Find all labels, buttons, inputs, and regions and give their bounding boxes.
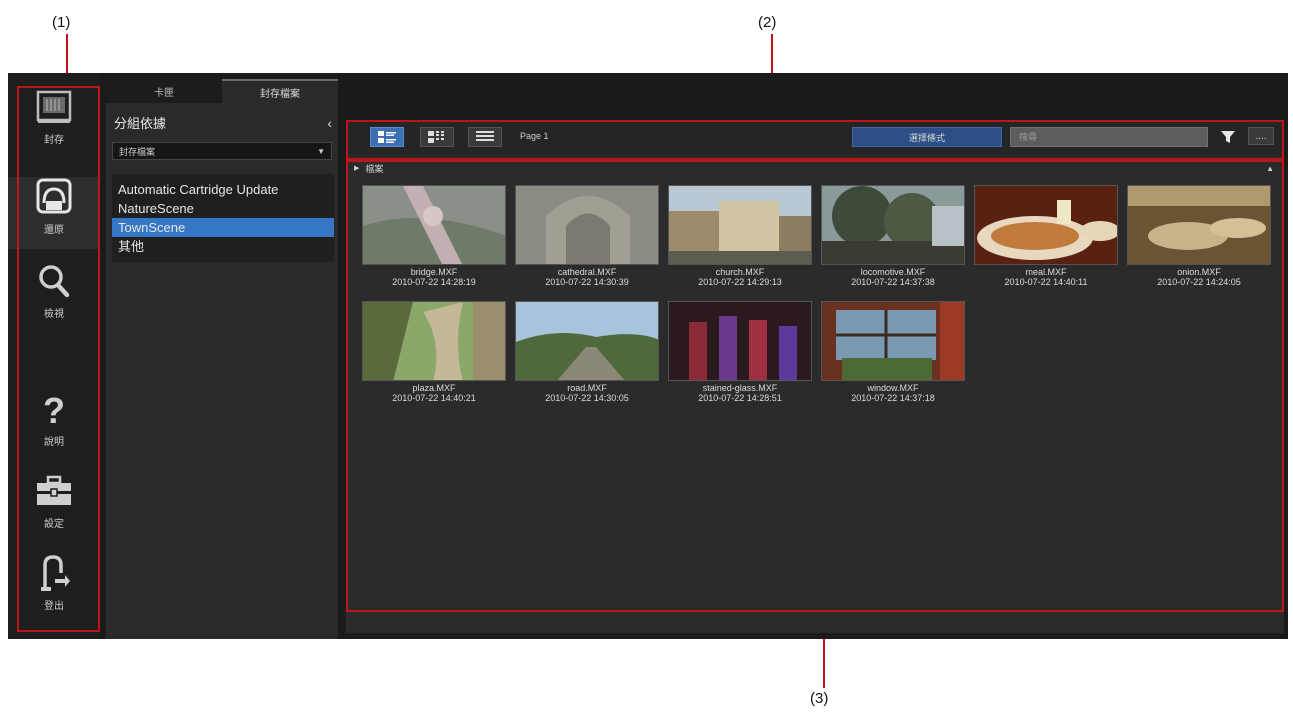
collapse-panel-icon[interactable]: ‹ [327,115,332,131]
thumbnail-image [515,185,659,265]
rail-label-settings: 設定 [44,519,64,530]
thumbnail-image [362,301,506,381]
archive-icon [32,87,76,127]
tab-cartridge[interactable]: 卡匣 [106,79,222,103]
rail-item-view[interactable]: 檢視 [8,261,100,333]
sort-button[interactable]: 選擇條式 [852,127,1002,147]
file-thumbnail[interactable]: stained-glass.MXF 2010-07-22 14:28:51 [666,301,814,417]
thumbnail-image [1127,185,1271,265]
file-date: 2010-07-22 14:30:39 [545,277,629,287]
group-by-header: 分組依據 ‹ [106,103,338,138]
left-nav-rail: 封存 還原 檢視 ? 說明 設定 登出 [8,73,100,639]
file-name: locomotive.MXF [860,267,926,277]
chevron-down-icon: ▼ [317,146,325,156]
category-list: Automatic Cartridge Update NatureScene T… [112,174,334,262]
file-thumbnail[interactable]: road.MXF 2010-07-22 14:30:05 [513,301,661,417]
group-by-dropdown-value: 封存檔案 [119,146,156,157]
thumbnail-image [668,185,812,265]
file-date: 2010-07-22 14:37:18 [851,393,935,403]
file-browser: Page 1 選擇條式 .... ▶ 檔案 ▲ bridge.MXF 2010-… [346,121,1284,633]
file-date: 2010-07-22 14:28:51 [698,393,782,403]
callout-1-label: (1) [52,14,71,31]
file-date: 2010-07-22 14:28:19 [392,277,476,287]
file-name: stained-glass.MXF [702,383,778,393]
file-date: 2010-07-22 14:37:38 [851,277,935,287]
file-name: cathedral.MXF [557,267,617,277]
tab-archive-files[interactable]: 封存檔案 [222,79,338,103]
callout-3-label: (3) [810,690,829,707]
group-collapse-icon[interactable]: ▲ [1266,164,1274,173]
category-item[interactable]: 其他 [112,237,334,256]
file-thumbnail[interactable]: window.MXF 2010-07-22 14:37:18 [819,301,967,417]
file-name: church.MXF [715,267,765,277]
thumbnail-image [821,301,965,381]
rail-label-view: 檢視 [44,309,64,320]
thumbnail-image [668,301,812,381]
group-by-dropdown[interactable]: 封存檔案 ▼ [112,142,332,160]
filter-icon[interactable] [1220,129,1236,145]
rail-label-restore: 還原 [44,225,64,236]
file-thumbnail[interactable]: meal.MXF 2010-07-22 14:40:11 [972,185,1120,301]
group-by-title: 分組依據 [114,116,167,131]
panel-tabs: 卡匣 封存檔案 [106,79,338,103]
file-name: bridge.MXF [410,267,458,277]
view-list-button[interactable] [468,127,502,147]
thumbnail-image [974,185,1118,265]
file-group-header: ▶ 檔案 ▲ [346,161,1284,175]
app-window: 封存 還原 檢視 ? 說明 設定 登出 卡匣 封存檔案 分組依據 ‹ 封存檔案 … [8,73,1288,639]
callout-2-label: (2) [758,14,777,31]
rail-label-help: 說明 [44,437,64,448]
search-input[interactable] [1010,127,1208,147]
search-icon [32,261,76,301]
view-detail-button[interactable] [370,127,404,147]
group-expand-icon[interactable]: ▶ [354,164,359,172]
group-panel: 卡匣 封存檔案 分組依據 ‹ 封存檔案 ▼ Automatic Cartridg… [106,79,338,639]
category-item[interactable]: Automatic Cartridge Update [112,180,334,199]
thumbnail-image [362,185,506,265]
rail-item-help[interactable]: ? 說明 [8,389,100,461]
file-thumbnail[interactable]: plaza.MXF 2010-07-22 14:40:21 [360,301,508,417]
rail-item-restore[interactable]: 還原 [8,177,100,249]
detail-view-icon [378,131,396,143]
file-name: onion.MXF [1177,267,1221,277]
rail-item-archive[interactable]: 封存 [8,87,100,159]
file-date: 2010-07-22 14:40:11 [1004,277,1088,287]
file-date: 2010-07-22 14:40:21 [392,393,476,403]
file-name: meal.MXF [1025,267,1067,277]
file-thumbnail[interactable]: church.MXF 2010-07-22 14:29:13 [666,185,814,301]
view-thumbnail-button[interactable] [420,127,454,147]
page-indicator: Page 1 [520,131,549,141]
rail-item-logout[interactable]: 登出 [8,553,100,625]
thumbnail-image [515,301,659,381]
file-name: window.MXF [867,383,919,393]
file-thumbnail[interactable]: locomotive.MXF 2010-07-22 14:37:38 [819,185,967,301]
file-group-label: 檔案 [365,163,384,174]
file-thumbnail[interactable]: cathedral.MXF 2010-07-22 14:30:39 [513,185,661,301]
rail-label-logout: 登出 [44,601,64,612]
settings-toolbox-icon [32,471,76,511]
more-options-button[interactable]: .... [1248,127,1274,145]
browser-toolbar: Page 1 選擇條式 .... [346,121,1284,155]
rail-item-settings[interactable]: 設定 [8,471,100,543]
rail-label-archive: 封存 [44,135,64,146]
file-date: 2010-07-22 14:24:05 [1157,277,1241,287]
category-item[interactable]: NatureScene [112,199,334,218]
file-date: 2010-07-22 14:30:05 [545,393,629,403]
help-icon: ? [32,389,76,429]
file-date: 2010-07-22 14:29:13 [698,277,782,287]
file-thumbnail[interactable]: onion.MXF 2010-07-22 14:24:05 [1125,185,1273,301]
thumbnail-image [821,185,965,265]
logout-icon [32,553,76,593]
list-view-icon [476,131,494,141]
category-item-selected[interactable]: TownScene [112,218,334,237]
file-name: plaza.MXF [412,383,456,393]
svg-text:?: ? [43,390,65,429]
thumbnail-view-icon [428,131,444,143]
file-thumbnail[interactable]: bridge.MXF 2010-07-22 14:28:19 [360,185,508,301]
restore-icon [32,177,76,217]
file-name: road.MXF [567,383,607,393]
